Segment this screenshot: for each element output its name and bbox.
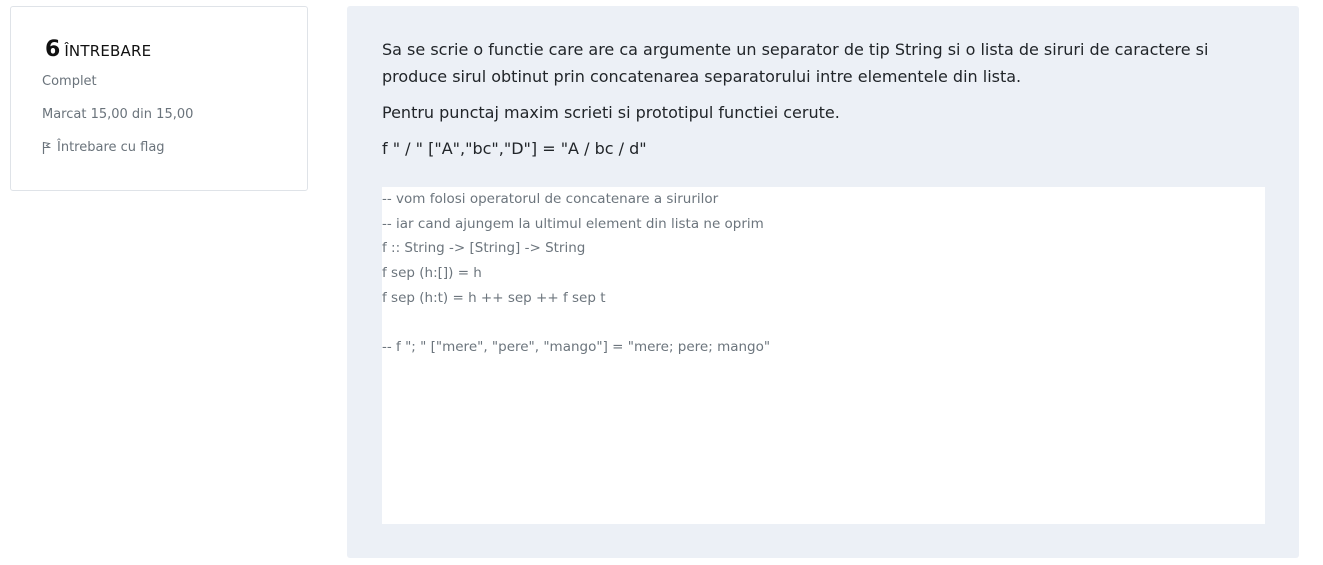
flag-icon bbox=[42, 141, 52, 158]
question-label: ÎNTREBARE bbox=[64, 42, 152, 60]
question-text: Sa se scrie o functie care are ca argume… bbox=[382, 36, 1272, 171]
question-number: 6 bbox=[45, 37, 61, 62]
answer-line: f sep (h:[]) = h bbox=[382, 265, 482, 282]
flag-question-link[interactable]: Întrebare cu flag bbox=[42, 140, 165, 158]
question-grade: Marcat 15,00 din 15,00 bbox=[42, 107, 194, 122]
question-paragraph: Sa se scrie o functie care are ca argume… bbox=[382, 40, 1209, 86]
question-example: f " / " ["A","bc","D"] = "A / bc / d" bbox=[382, 139, 647, 158]
answer-line: f sep (h:t) = h ++ sep ++ f sep t bbox=[382, 289, 606, 306]
answer-textarea[interactable]: -- vom folosi operatorul de concatenare … bbox=[382, 187, 1265, 524]
answer-line: f :: String -> [String] -> String bbox=[382, 240, 586, 257]
question-info-panel: 6 ÎNTREBARE Complet Marcat 15,00 din 15,0… bbox=[10, 6, 308, 191]
answer-line: -- f "; " ["mere", "pere", "mango"] = "m… bbox=[382, 339, 771, 356]
answer-line bbox=[382, 310, 1265, 335]
answer-line: -- iar cand ajungem la ultimul element d… bbox=[382, 215, 764, 232]
flag-label: Întrebare cu flag bbox=[57, 140, 165, 155]
question-paragraph: Pentru punctaj maxim scrieti si prototip… bbox=[382, 103, 840, 122]
question-content-panel: Sa se scrie o functie care are ca argume… bbox=[347, 6, 1299, 558]
answer-line: -- vom folosi operatorul de concatenare … bbox=[382, 191, 719, 207]
question-heading: 6 ÎNTREBARE bbox=[45, 37, 151, 62]
question-state: Complet bbox=[42, 74, 97, 89]
